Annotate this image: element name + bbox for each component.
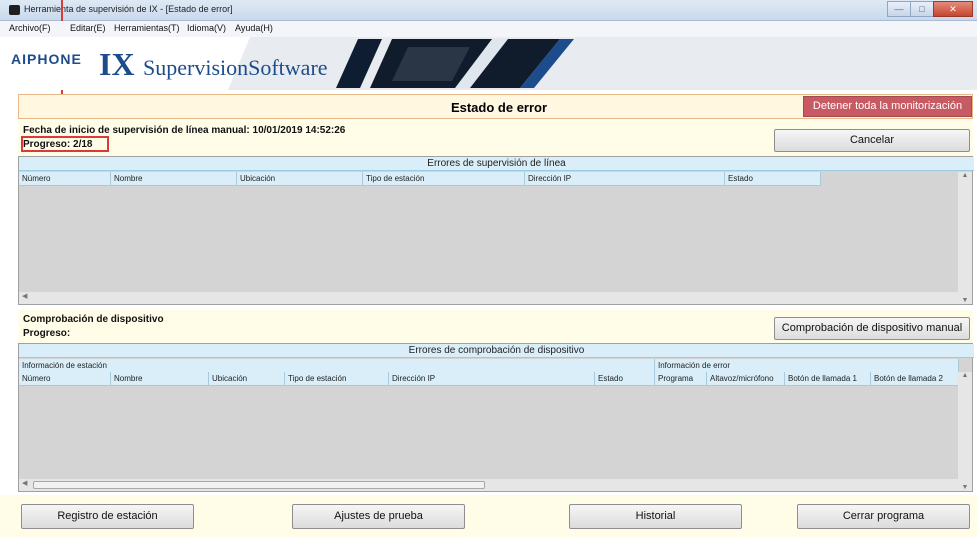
menu-file[interactable]: Archivo(F)	[9, 23, 51, 33]
device-check-title: Comprobación de dispositivo	[23, 314, 164, 325]
cancel-button[interactable]: Cancelar	[774, 129, 970, 152]
menu-help[interactable]: Ayuda(H)	[235, 23, 273, 33]
aiphone-logo: AIPHONE	[11, 51, 82, 67]
menu-bar: Archivo(F) Editar(E) Herramientas(T) Idi…	[0, 21, 977, 37]
hscroll-thumb[interactable]	[33, 481, 485, 489]
menu-tools[interactable]: Herramientas(T)	[114, 23, 180, 33]
scroll-up-icon[interactable]: ▲	[958, 372, 972, 379]
close-program-button[interactable]: Cerrar programa	[797, 504, 970, 529]
window-title: Herramienta de supervisión de IX - [Esta…	[24, 4, 233, 14]
col-station-type[interactable]: Tipo de estación	[285, 372, 389, 386]
scroll-up-icon[interactable]: ▲	[958, 172, 972, 179]
col-call-button-1[interactable]: Botón de llamada 1	[785, 372, 871, 386]
col-program[interactable]: Programa	[655, 372, 707, 386]
col-location[interactable]: Ubicación	[237, 172, 363, 186]
col-number[interactable]: Número	[19, 372, 111, 386]
scroll-down-icon[interactable]: ▼	[958, 484, 972, 491]
col-name[interactable]: Nombre	[111, 172, 237, 186]
col-call-button-2[interactable]: Botón de llamada 2	[871, 372, 959, 386]
col-location[interactable]: Ubicación	[209, 372, 285, 386]
station-register-button[interactable]: Registro de estación	[21, 504, 194, 529]
col-status[interactable]: Estado	[595, 372, 655, 386]
close-icon[interactable]: ✕	[933, 1, 973, 17]
col-ip-address[interactable]: Dirección IP	[389, 372, 595, 386]
app-icon	[9, 5, 20, 15]
line-grid-hscroll[interactable]: ◀	[19, 292, 959, 304]
menu-language[interactable]: Idioma(V)	[187, 23, 226, 33]
status-header: Estado de error Detener toda la monitori…	[18, 94, 973, 119]
stop-all-monitoring-button[interactable]: Detener toda la monitorización	[803, 96, 972, 117]
col-station-type[interactable]: Tipo de estación	[363, 172, 525, 186]
device-errors-grid: Errores de comprobación de dispositivo I…	[18, 343, 974, 492]
line-errors-grid-title: Errores de supervisión de línea	[19, 157, 974, 171]
col-status[interactable]: Estado	[725, 172, 821, 186]
group-error-info: Información de error	[655, 359, 959, 373]
group-station-info: Información de estación	[19, 359, 655, 373]
banner: AIPHONE IX SupervisionSoftware	[0, 37, 977, 90]
window-titlebar: Herramienta de supervisión de IX - [Esta…	[0, 0, 977, 21]
ix-logo: IX	[99, 46, 135, 82]
minimize-icon[interactable]: —	[887, 1, 911, 17]
menu-edit[interactable]: Editar(E)	[70, 23, 106, 33]
scroll-down-icon[interactable]: ▼	[958, 297, 972, 304]
progress-highlight-box	[21, 136, 109, 152]
col-speaker-mic[interactable]: Altavoz/micrófono	[707, 372, 785, 386]
col-name[interactable]: Nombre	[111, 372, 209, 386]
manual-device-check-button[interactable]: Comprobación de dispositivo manual	[774, 317, 970, 340]
maximize-icon[interactable]: □	[910, 1, 934, 17]
product-name: SupervisionSoftware	[143, 55, 328, 80]
test-settings-button[interactable]: Ajustes de prueba	[292, 504, 465, 529]
device-grid-hscroll[interactable]: ◀	[19, 479, 959, 491]
device-errors-grid-title: Errores de comprobación de dispositivo	[19, 344, 974, 358]
device-grid-vscroll[interactable]: ▲ ▼	[958, 372, 972, 491]
line-grid-vscroll[interactable]: ▲ ▼	[958, 172, 972, 304]
window-controls: — □ ✕	[887, 1, 973, 18]
col-ip-address[interactable]: Dirección IP	[525, 172, 725, 186]
scroll-left-icon[interactable]: ◀	[22, 292, 27, 300]
start-date-label: Fecha de inicio de supervisión de línea …	[23, 125, 346, 136]
col-number[interactable]: Número	[19, 172, 111, 186]
history-button[interactable]: Historial	[569, 504, 742, 529]
device-progress-label: Progreso:	[23, 328, 71, 339]
line-errors-grid: Errores de supervisión de línea Número N…	[18, 156, 974, 305]
scroll-left-icon[interactable]: ◀	[22, 479, 27, 487]
